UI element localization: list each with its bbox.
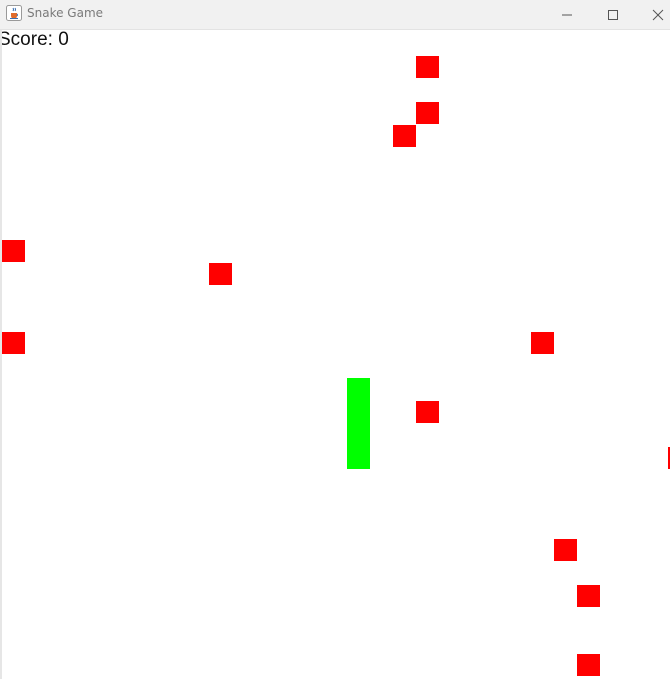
food-item [416, 401, 439, 423]
food-item [2, 240, 25, 262]
java-cup-icon [6, 5, 22, 21]
food-item [577, 585, 600, 607]
food-item [209, 263, 232, 285]
food-item [416, 102, 439, 124]
food-item [531, 332, 554, 354]
food-item [393, 125, 416, 147]
food-item [554, 539, 577, 561]
food-item [577, 654, 600, 676]
game-window: Snake Game Score: 0 [0, 0, 670, 679]
close-button[interactable] [635, 0, 670, 29]
game-board[interactable]: Score: 0 [0, 30, 670, 679]
minimize-icon [561, 9, 573, 21]
maximize-button[interactable] [590, 0, 636, 29]
minimize-button[interactable] [544, 0, 590, 29]
snake-body [347, 378, 370, 469]
close-icon [652, 9, 664, 21]
score-label: Score: 0 [0, 30, 69, 50]
maximize-icon [607, 9, 619, 21]
window-border [0, 30, 2, 679]
title-bar[interactable]: Snake Game [0, 0, 670, 30]
window-title: Snake Game [27, 6, 104, 20]
food-item [2, 332, 25, 354]
food-item [416, 56, 439, 78]
